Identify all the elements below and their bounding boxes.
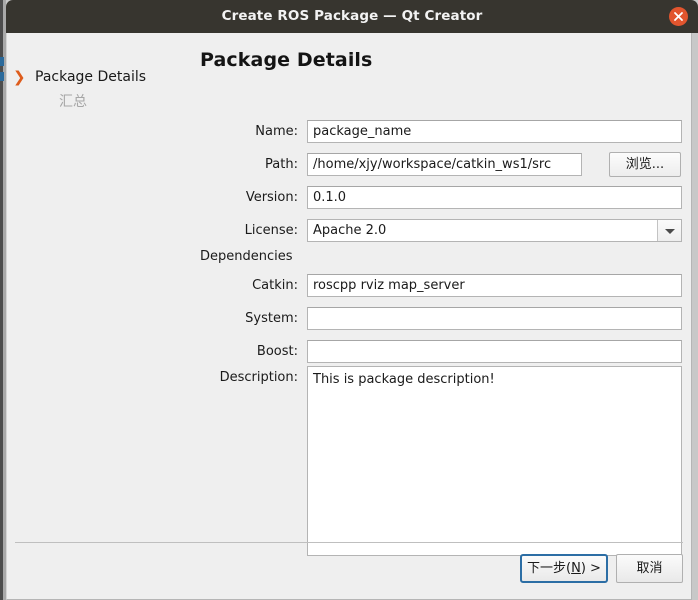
background-window-marker bbox=[0, 72, 4, 81]
background-window-marker bbox=[0, 57, 4, 66]
catkin-input[interactable]: roscpp rviz map_server bbox=[307, 274, 682, 297]
boost-input[interactable] bbox=[307, 340, 682, 363]
window-title: Create ROS Package — Qt Creator bbox=[221, 8, 483, 24]
boost-label: Boost: bbox=[256, 344, 298, 359]
system-input[interactable] bbox=[307, 307, 682, 330]
system-label: System: bbox=[245, 311, 298, 326]
form-pane: Package Details Name: package_name Path:… bbox=[191, 33, 693, 556]
dialog-body: ❯ Package Details 汇总 Package Details Nam… bbox=[6, 33, 692, 600]
description-label: Description: bbox=[219, 370, 298, 385]
catkin-label: Catkin: bbox=[252, 278, 298, 293]
sidebar-item-label: 汇总 bbox=[59, 94, 87, 110]
license-label: License: bbox=[244, 223, 298, 238]
close-icon[interactable] bbox=[669, 7, 688, 26]
title-bar[interactable]: Create ROS Package — Qt Creator bbox=[6, 0, 698, 33]
dependencies-heading: Dependencies bbox=[200, 249, 293, 264]
dialog-window: Create ROS Package — Qt Creator ❯ Packag… bbox=[0, 0, 698, 600]
next-button-label-prefix: 下一步( bbox=[527, 561, 572, 576]
version-input[interactable]: 0.1.0 bbox=[307, 186, 682, 209]
sidebar-item-summary[interactable]: 汇总 bbox=[59, 91, 87, 113]
path-input[interactable]: /home/xjy/workspace/catkin_ws1/src bbox=[307, 153, 582, 176]
browse-button[interactable]: 浏览... bbox=[609, 152, 681, 177]
next-button[interactable]: 下一步(N) > bbox=[520, 554, 608, 583]
path-label: Path: bbox=[265, 157, 298, 172]
next-button-mnemonic: N bbox=[571, 561, 581, 576]
name-label: Name: bbox=[255, 124, 298, 139]
cancel-button[interactable]: 取消 bbox=[616, 554, 683, 583]
chevron-right-icon: ❯ bbox=[13, 68, 26, 86]
license-selected-value: Apache 2.0 bbox=[313, 223, 387, 238]
wizard-sidebar: ❯ Package Details 汇总 bbox=[7, 33, 191, 538]
page-title: Package Details bbox=[200, 49, 373, 71]
version-label: Version: bbox=[245, 190, 298, 205]
chevron-down-icon[interactable] bbox=[657, 220, 681, 241]
sidebar-item-package-details[interactable]: ❯ Package Details bbox=[13, 66, 147, 88]
next-button-label-suffix: ) > bbox=[580, 561, 601, 576]
license-select[interactable]: Apache 2.0 bbox=[307, 219, 682, 242]
sidebar-item-label: Package Details bbox=[35, 69, 147, 85]
background-window-edge-dark bbox=[0, 0, 3, 600]
name-input[interactable]: package_name bbox=[307, 120, 682, 143]
footer-separator bbox=[15, 542, 683, 543]
description-textarea[interactable]: This is package description! bbox=[307, 366, 682, 556]
